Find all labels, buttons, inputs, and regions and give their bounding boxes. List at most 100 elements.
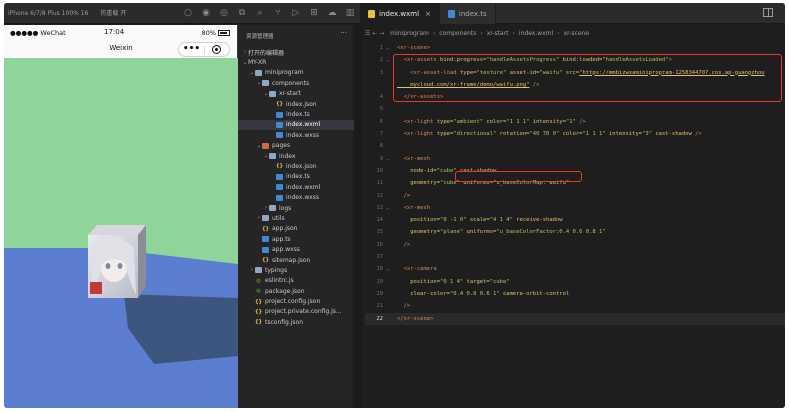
code-line[interactable]: 1 ⌄ <xr-scene> (365, 42, 785, 54)
file-item[interactable]: {} index.json (238, 99, 354, 109)
split-editor-icon[interactable] (763, 8, 773, 17)
code-token: camera-orbit-control (502, 290, 570, 297)
code-token: position= (397, 278, 441, 285)
xr-scene-render[interactable] (4, 58, 238, 408)
file-item[interactable]: index.wxss (238, 130, 354, 140)
fold-chevron-icon[interactable]: ⌄ (386, 202, 392, 214)
code-line[interactable]: 6 <xr-light type="ambient" color="1 1 1"… (365, 116, 785, 128)
layout-icon[interactable]: ▥ (344, 7, 356, 19)
compass-icon[interactable]: ◎ (218, 7, 230, 19)
line-number: 4 (379, 94, 383, 101)
file-item[interactable]: {} tsconfig.json (238, 317, 354, 327)
stop-icon[interactable]: ◉ (200, 7, 212, 19)
file-item[interactable]: ◎ package.json (238, 286, 354, 296)
more-icon[interactable]: ••• (179, 43, 204, 56)
cloud-icon[interactable]: ☁ (326, 7, 338, 19)
breadcrumb-item[interactable]: xr-start (487, 30, 509, 37)
code-token: geometry= (397, 229, 441, 236)
cube-side-face (138, 225, 146, 298)
code-line[interactable]: 19 position="0 1 4" target="cube" (365, 276, 785, 288)
file-item[interactable]: index.ts (238, 172, 354, 182)
code-token: cast-shadow (655, 131, 692, 138)
explorer-section[interactable]: › 打开的编辑器 (238, 47, 354, 57)
file-item[interactable]: ◎ eslintrc.js (238, 276, 354, 286)
line-number: 7 (379, 131, 383, 138)
file-item[interactable]: index.wxss (238, 192, 354, 202)
folder-item[interactable]: ⌄ pages (238, 141, 354, 151)
file-item[interactable]: {} index.json (238, 161, 354, 171)
code-line[interactable]: 14 position="0 -1 0" scale="4 1 4" recei… (365, 214, 785, 226)
breadcrumb-item[interactable]: miniprogram (390, 30, 429, 37)
file-item[interactable]: index.ts (238, 109, 354, 119)
tab-index-ts[interactable]: index.ts (439, 3, 496, 24)
file-item[interactable]: {} project.config.json (238, 296, 354, 306)
folder-item[interactable]: ⌄ miniprogram (238, 68, 354, 78)
code-line[interactable]: 5 (365, 103, 785, 115)
explorer-section[interactable]: ⌄ MY-XR (238, 57, 354, 67)
copy-icon[interactable]: ⧉ (236, 7, 248, 19)
code-line[interactable]: 22 </xr-scene> (365, 312, 785, 325)
code-line[interactable]: 12 /> (365, 190, 785, 202)
code-line[interactable]: 9 ⌄ <xr-mesh (365, 153, 785, 165)
simulator-toolbar: iPhone 6/7/8 Plus 100% 16 热重载 开 (8, 8, 136, 17)
file-item[interactable]: {} project.private.config.js... (238, 307, 354, 317)
extensions-icon[interactable]: ⊞ (308, 7, 320, 19)
code-line[interactable]: 15 geometry="plane" uniforms="u_baseColo… (365, 226, 785, 238)
folder-item[interactable]: ⌄ components (238, 78, 354, 88)
item-label: index.wxml (286, 183, 321, 191)
file-item[interactable]: app.wxss (238, 244, 354, 254)
explorer-more-icon[interactable]: ··· (340, 29, 347, 37)
code-token: type= (436, 131, 454, 138)
hot-reload-toggle[interactable]: 热重载 开 (100, 10, 126, 17)
code-line[interactable]: 13 ⌄ <xr-mesh (365, 202, 785, 214)
xr-scene-canvas[interactable] (4, 58, 238, 408)
file-item[interactable]: index.wxml (238, 119, 354, 131)
folder-item[interactable]: › typings (238, 265, 354, 275)
breadcrumb-item[interactable]: components (439, 30, 476, 37)
code-line[interactable]: 20 clear-color="0.4 0.8 0.6 1" camera-or… (365, 288, 785, 300)
fold-chevron-icon[interactable]: ⌄ (386, 153, 392, 165)
battery-indicator: 80% (202, 29, 230, 37)
code-text: <xr-light type="ambient" color="1 1 1" i… (397, 116, 586, 128)
breadcrumb-item[interactable]: xr-scene (564, 30, 589, 37)
navigation-arrows-icon[interactable]: ☰ ← → (365, 30, 384, 37)
item-label: index.json (286, 100, 317, 108)
debug-icon[interactable]: ▷ (290, 7, 302, 19)
search-icon[interactable]: ⌕ (254, 7, 266, 19)
code-token: "0.4 0.8 0.6 1" (449, 290, 503, 297)
fold-chevron-icon[interactable]: ⌄ (386, 263, 392, 275)
code-line[interactable]: 21 /> (365, 300, 785, 312)
folder-item[interactable]: ⌄ index (238, 151, 354, 161)
wxml-icon (276, 184, 283, 191)
breadcrumb-separator-icon: › (432, 29, 436, 37)
folder-item[interactable]: › utils (238, 213, 354, 223)
tab-label: index.wxml (379, 9, 420, 18)
code-token: geometry= (397, 180, 441, 187)
file-item[interactable]: app.ts (238, 234, 354, 244)
close-mini-program-button[interactable] (205, 45, 229, 54)
device-selector[interactable]: iPhone 6/7/8 Plus 100% 16 (8, 10, 88, 17)
file-item[interactable]: index.wxml (238, 182, 354, 192)
record-icon[interactable]: ○ (182, 7, 194, 19)
code-line[interactable]: 16 /> (365, 239, 785, 251)
code-line[interactable]: 8 (365, 140, 785, 152)
code-line[interactable]: 17 (365, 251, 785, 263)
code-text: <xr-scene> (397, 42, 430, 54)
breadcrumb-item[interactable]: index.wxml (519, 30, 553, 37)
textured-cube[interactable] (88, 225, 146, 298)
file-item[interactable]: {} app.json (238, 224, 354, 234)
line-number: 11 (376, 180, 383, 187)
code-line[interactable]: 18 ⌄ <xr-camera (365, 263, 785, 275)
folder-item[interactable]: › logs (238, 203, 354, 213)
file-item[interactable]: {} sitemap.json (238, 255, 354, 265)
close-icon[interactable]: × (425, 10, 431, 18)
code-line[interactable]: 7 <xr-light type="directional" rotation=… (365, 128, 785, 140)
capsule-menu: ••• (178, 42, 230, 57)
code-token: "1 1 1" (506, 118, 533, 125)
folder-item[interactable]: ⌄ xr-start (238, 89, 354, 99)
source-control-icon[interactable]: ⑂ (272, 7, 284, 19)
fold-chevron-icon[interactable]: ⌄ (386, 42, 392, 54)
tab-index-wxml[interactable]: index.wxml × (360, 3, 440, 24)
folder-icon (255, 267, 262, 274)
fold-chevron-icon[interactable]: ⌄ (386, 54, 392, 66)
